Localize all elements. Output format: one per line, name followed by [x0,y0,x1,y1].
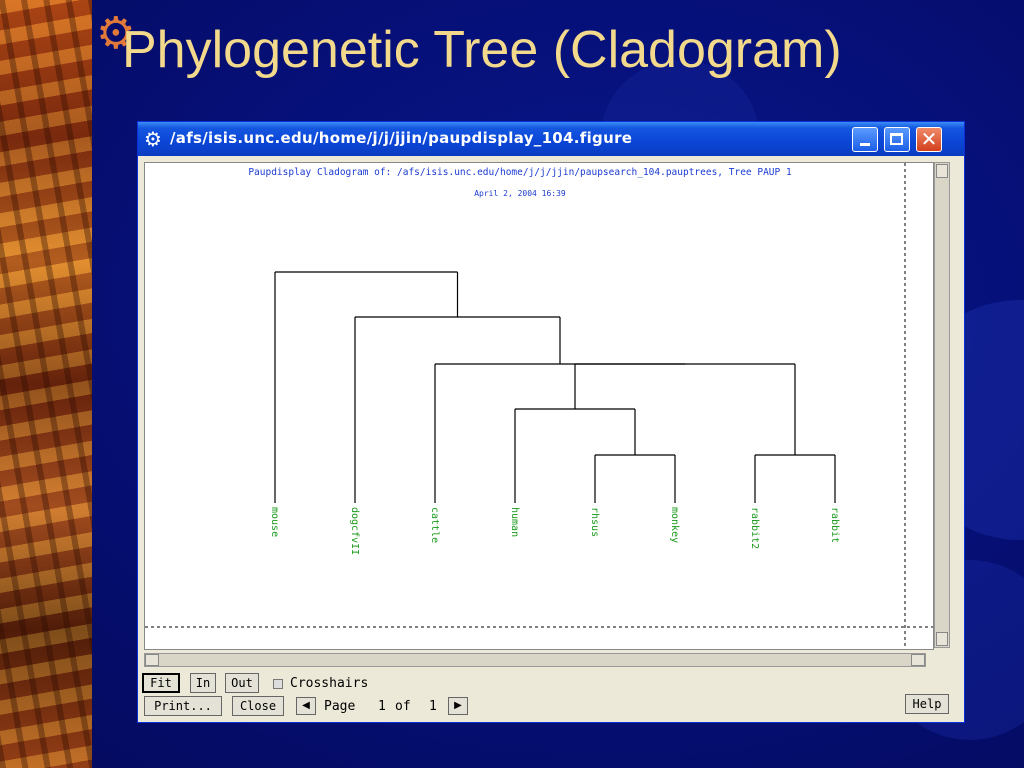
figure-window: ⚙ /afs/isis.unc.edu/home/j/j/jjin/paupdi… [137,121,965,723]
prev-page-icon[interactable]: ◀ [296,697,316,715]
slide-title: Phylogenetic Tree (Cladogram) [122,21,842,79]
crosshairs-checkbox[interactable] [273,679,283,689]
maximize-icon [890,133,903,145]
cladogram-figure: Paupdisplay Cladogram of: /afs/isis.unc.… [145,163,933,649]
scroll-left-icon[interactable] [145,654,159,666]
minimize-icon [860,143,870,146]
taxon-label: human [509,507,520,537]
figure-header: Paupdisplay Cladogram of: /afs/isis.unc.… [248,167,792,178]
next-page-icon[interactable]: ▶ [448,697,468,715]
gear-icon[interactable]: ⚙ [142,128,164,150]
taxon-label: monkey [669,507,680,543]
print-button[interactable]: Print... [144,696,222,716]
cladogram-canvas[interactable]: Paupdisplay Cladogram of: /afs/isis.unc.… [144,162,934,650]
scroll-down-icon[interactable] [936,632,948,646]
taxon-label: rabbit2 [749,507,760,549]
page-total: 1 [429,699,437,714]
taxon-label: cattle [429,507,440,543]
help-button[interactable]: Help [905,694,949,714]
page-label: Page [324,699,356,714]
fit-button[interactable]: Fit [142,673,180,693]
taxon-labels: mouse dogcfvII cattle human rhsus monkey rabbi… [269,507,840,555]
decorative-side-strip [0,0,92,768]
vertical-scrollbar[interactable] [934,162,950,648]
minimize-button[interactable] [852,127,878,152]
maximize-button[interactable] [884,127,910,152]
taxon-label: rabbit [829,507,840,543]
taxon-label: dogcfvII [349,507,360,555]
zoom-in-button[interactable]: In [190,673,216,693]
figure-date: April 2, 2004 16:39 [474,189,566,198]
window-titlebar[interactable]: ⚙ /afs/isis.unc.edu/home/j/j/jjin/paupdi… [138,122,964,156]
scroll-right-icon[interactable] [911,654,925,666]
close-button[interactable]: Close [232,696,284,716]
tree-branches [274,271,836,503]
window-title: /afs/isis.unc.edu/home/j/j/jjin/paupdisp… [170,129,633,147]
close-icon: ✕ [920,127,938,151]
zoom-out-button[interactable]: Out [225,673,259,693]
crosshairs-label: Crosshairs [290,676,369,691]
close-window-button[interactable]: ✕ [916,127,942,152]
taxon-label: rhsus [589,507,600,537]
taxon-label: mouse [269,507,280,537]
scroll-up-icon[interactable] [936,164,948,178]
page-current: 1 [378,699,386,714]
of-label: of [395,699,411,714]
horizontal-scrollbar[interactable] [144,653,926,667]
